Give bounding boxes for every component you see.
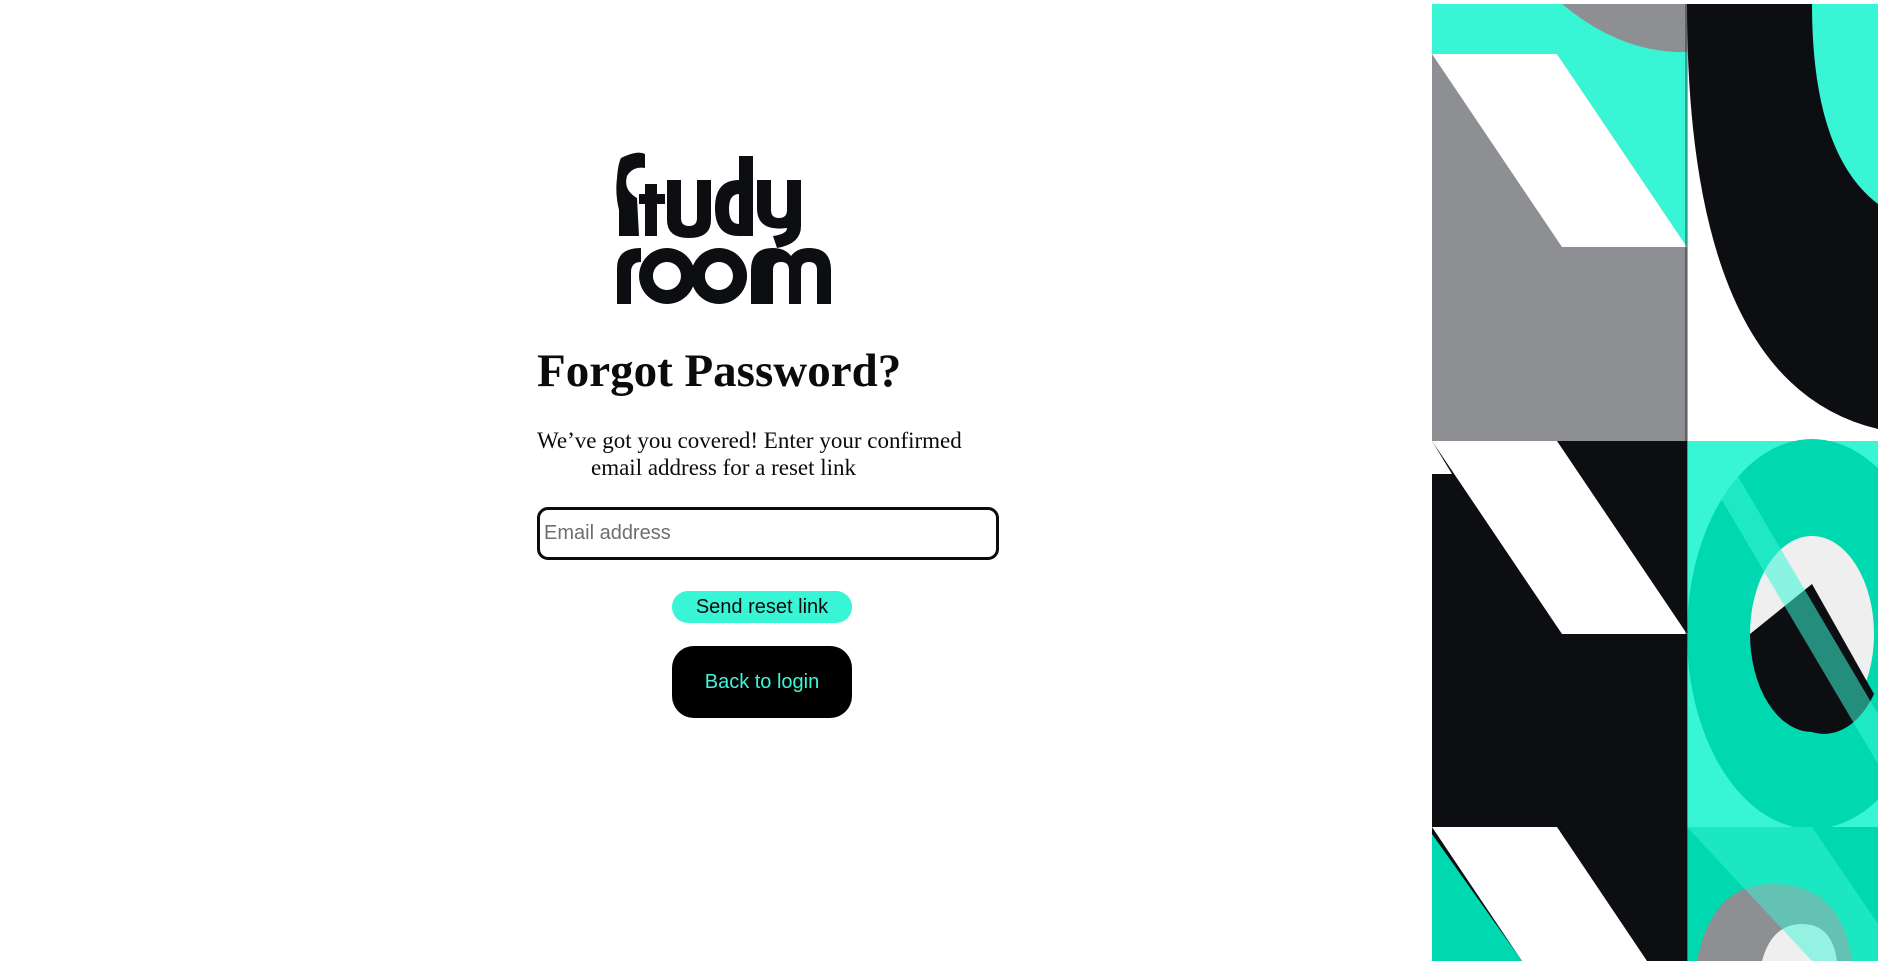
subtitle-line-2: email address for a reset link — [591, 455, 857, 480]
forgot-password-form: Forgot Password? We’ve got you covered! … — [537, 0, 1007, 961]
forgot-password-page: Forgot Password? We’ve got you covered! … — [0, 0, 1878, 961]
email-field[interactable] — [537, 507, 999, 560]
send-reset-link-button[interactable]: Send reset link — [672, 591, 852, 623]
studyroom-logo — [611, 150, 841, 310]
geometric-pattern-artwork — [1432, 4, 1878, 961]
back-to-login-button[interactable]: Back to login — [672, 646, 852, 718]
page-title: Forgot Password? — [537, 345, 902, 397]
subtitle-line-1: We’ve got you covered! Enter your confir… — [537, 428, 962, 453]
page-subtitle: We’ve got you covered! Enter your confir… — [537, 427, 987, 481]
